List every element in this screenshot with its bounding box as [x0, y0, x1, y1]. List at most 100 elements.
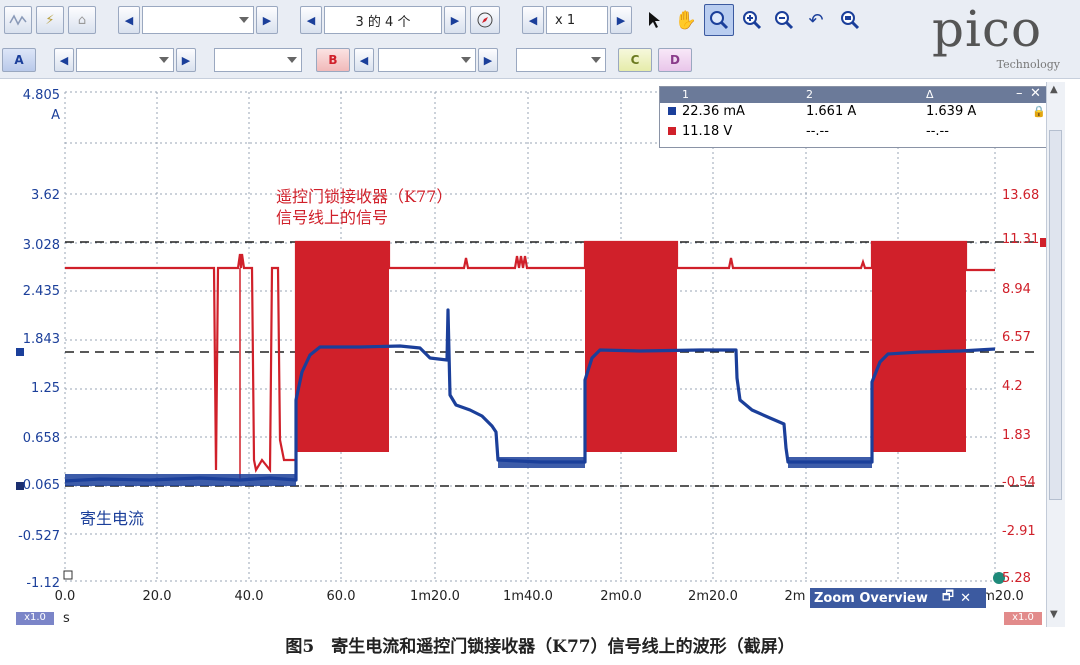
- figure-caption: 图5 寄生电流和遥控门锁接收器（K77）信号线上的波形（截屏）: [285, 637, 795, 657]
- hand-icon[interactable]: ✋: [672, 6, 700, 34]
- receiver-signal-trace: [65, 240, 995, 474]
- channel-b-range[interactable]: [378, 48, 476, 72]
- compass-icon[interactable]: [470, 6, 500, 34]
- channel-toolbar: A ◀ ▶ B ◀ ▶ C D: [0, 42, 1080, 79]
- zoom-overview-bar[interactable]: Zoom Overview 🗗 ✕: [810, 588, 986, 608]
- channel-d-button[interactable]: D: [658, 48, 692, 72]
- measurements-panel[interactable]: 1 2 Δ – ✕ 22.36 mA 1.661 A 1.639 A 🔒 11.…: [659, 86, 1047, 148]
- left-axis-tick: -1.12: [26, 576, 60, 591]
- page-next-button[interactable]: ▶: [444, 6, 466, 34]
- meas-b-v2: --.--: [806, 124, 829, 139]
- home-icon[interactable]: ⌂: [68, 6, 96, 34]
- page-indicator: 3 的 4 个: [324, 6, 442, 34]
- channel-a-coupling[interactable]: [214, 48, 302, 72]
- vertical-scrollbar[interactable]: ▲ ▼: [1046, 82, 1065, 627]
- meas-col-delta: Δ: [926, 88, 934, 101]
- x-multiplier-left[interactable]: x1.0: [16, 612, 54, 625]
- scroll-down-icon[interactable]: ▼: [1050, 609, 1058, 620]
- left-axis-tick: -0.527: [18, 529, 60, 544]
- channel-c-button[interactable]: C: [618, 48, 652, 72]
- lock-icon[interactable]: 🔒: [1032, 105, 1046, 118]
- channel-a-prev[interactable]: ◀: [54, 48, 74, 72]
- scope-plot[interactable]: [0, 78, 1046, 628]
- zoom-region-icon[interactable]: [704, 4, 734, 36]
- left-axis-tick: 0.658: [22, 431, 60, 446]
- meas-col-2: 2: [806, 88, 813, 101]
- timebase-marker: [63, 570, 73, 580]
- prev-button[interactable]: ◀: [118, 6, 140, 34]
- x-multiplier-right[interactable]: x1.0: [1004, 612, 1042, 625]
- right-axis-tick: 11.31: [1002, 232, 1040, 247]
- wand-icon[interactable]: ⚡: [36, 6, 64, 34]
- parasitic-current-noise: [65, 474, 296, 486]
- receiver-signal-line1: 遥控门锁接收器（K77）: [276, 187, 453, 206]
- left-axis-unit: A: [51, 108, 60, 123]
- scrollbar-thumb[interactable]: [1049, 130, 1062, 500]
- channel-a-range[interactable]: [76, 48, 174, 72]
- meas-row-b-swatch: [668, 127, 676, 135]
- left-axis-tick: 0.065: [22, 478, 60, 493]
- right-axis-tick: 6.57: [1002, 330, 1031, 345]
- x-axis-tick: 40.0: [234, 589, 264, 604]
- left-axis-tick: 1.843: [22, 332, 60, 347]
- left-axis-tick: 3.62: [31, 188, 60, 203]
- zoom-overview-close-icon[interactable]: ✕: [960, 591, 971, 606]
- receiver-signal-annotation: 遥控门锁接收器（K77） 信号线上的信号: [276, 186, 452, 228]
- x-axis-tick: 2m: [784, 589, 806, 604]
- left-axis-tick: 1.25: [31, 381, 60, 396]
- next-button[interactable]: ▶: [256, 6, 278, 34]
- meas-b-v1: 11.18 V: [682, 124, 733, 139]
- meas-a-v2: 1.661 A: [806, 104, 857, 119]
- waveform-icon[interactable]: [4, 6, 32, 34]
- channel-b-next[interactable]: ▶: [478, 48, 498, 72]
- parasitic-current-noise: [498, 457, 585, 468]
- x-axis-tick: 2m0.0: [600, 589, 642, 604]
- receiver-burst-block: [585, 242, 677, 452]
- x-axis-tick: 0.0: [54, 589, 76, 604]
- left-axis-tick: 4.805: [22, 88, 60, 103]
- channel-b-button[interactable]: B: [316, 48, 350, 72]
- undo-zoom-icon[interactable]: ↶: [802, 6, 830, 34]
- meas-row-a-swatch: [668, 107, 676, 115]
- parasitic-current-noise: [788, 457, 872, 468]
- channel-a-button[interactable]: A: [2, 48, 36, 72]
- right-axis-tick: 5.28: [1002, 571, 1031, 586]
- right-axis-tick: 1.83: [1002, 428, 1031, 443]
- scroll-up-icon[interactable]: ▲: [1050, 84, 1058, 95]
- right-axis-tick: -0.54: [1002, 475, 1036, 490]
- x-axis-tick: 2m20.0: [688, 589, 738, 604]
- logo-subtitle: Technology: [996, 58, 1060, 71]
- x-axis-tick: 60.0: [326, 589, 356, 604]
- meas-a-v3: 1.639 A: [926, 104, 977, 119]
- restore-icon[interactable]: 🗗: [942, 587, 954, 609]
- main-toolbar: ⚡ ⌂ ◀ ▶ ◀ 3 的 4 个 ▶ ◀ x 1 ▶ ✋ ↶: [0, 0, 1080, 43]
- page-prev-button[interactable]: ◀: [300, 6, 322, 34]
- pointer-icon[interactable]: [640, 6, 668, 34]
- right-axis-tick: 13.68: [1002, 188, 1040, 203]
- channel-b-coupling[interactable]: [516, 48, 606, 72]
- right-axis-tick: 4.2: [1002, 379, 1023, 394]
- pico-logo: pico Technology: [932, 0, 1062, 74]
- channel-b-prev[interactable]: ◀: [354, 48, 374, 72]
- zoom-factor-field[interactable]: x 1: [546, 6, 608, 34]
- meas-b-v3: --.--: [926, 124, 949, 139]
- x-axis-tick: 1m40.0: [503, 589, 553, 604]
- meas-col-1: 1: [682, 88, 689, 101]
- right-axis-tick: -2.91: [1002, 524, 1036, 539]
- meas-close-icon[interactable]: ✕: [1030, 86, 1041, 101]
- receiver-burst-block: [872, 242, 966, 452]
- logo-wordmark: pico: [932, 0, 1043, 58]
- measurements-header: 1 2 Δ – ✕: [660, 86, 1046, 103]
- zoom-in-icon[interactable]: [738, 6, 766, 34]
- channel-a-offset-marker: [16, 348, 24, 356]
- meas-a-v1: 22.36 mA: [682, 104, 745, 119]
- left-axis-tick: 2.435: [22, 284, 60, 299]
- zoom-prev-button[interactable]: ◀: [522, 6, 544, 34]
- x-axis-unit: s: [63, 611, 70, 626]
- meas-minimize-icon[interactable]: –: [1016, 86, 1023, 101]
- zoom-next-button[interactable]: ▶: [610, 6, 632, 34]
- zoom-fit-icon[interactable]: [836, 6, 864, 34]
- zoom-out-icon[interactable]: [770, 6, 798, 34]
- channel-a-next[interactable]: ▶: [176, 48, 196, 72]
- buffer-select[interactable]: [142, 6, 254, 34]
